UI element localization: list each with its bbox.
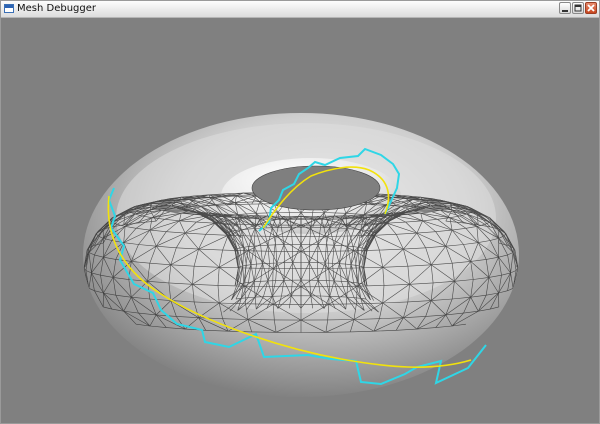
torus-hole-rim bbox=[251, 165, 381, 211]
minimize-button[interactable] bbox=[559, 2, 571, 14]
render-viewport[interactable] bbox=[1, 18, 599, 423]
window-title: Mesh Debugger bbox=[17, 3, 97, 14]
close-button[interactable] bbox=[585, 2, 597, 14]
app-window-icon bbox=[4, 4, 14, 13]
torus-mesh-render[interactable] bbox=[1, 18, 599, 423]
maximize-icon bbox=[574, 4, 582, 12]
app-window: Mesh Debugger bbox=[0, 0, 600, 424]
minimize-icon bbox=[562, 10, 568, 12]
close-icon bbox=[587, 4, 595, 12]
title-bar[interactable]: Mesh Debugger bbox=[1, 1, 599, 18]
maximize-button[interactable] bbox=[572, 2, 584, 14]
